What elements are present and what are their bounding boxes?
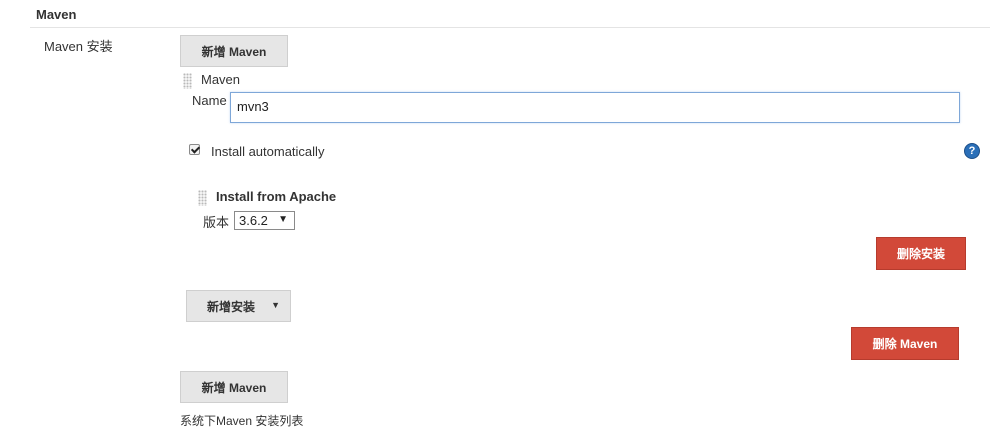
version-label: 版本 — [203, 215, 230, 230]
chevron-down-icon: ▼ — [278, 214, 288, 225]
install-automatically-checkbox[interactable] — [189, 144, 200, 155]
name-input[interactable]: mvn3 — [230, 92, 960, 123]
delete-installer-button[interactable]: 删除安装 — [876, 237, 966, 270]
installer-drag-handle-icon[interactable] — [198, 190, 207, 206]
dropdown-caret-icon: ▼ — [271, 300, 280, 310]
name-label: Name — [192, 93, 227, 108]
section-divider — [30, 27, 990, 28]
installer-title: Install from Apache — [216, 189, 337, 204]
add-installer-label: 新增安装 — [207, 299, 256, 314]
install-automatically-label: Install automatically — [211, 144, 325, 159]
add-installer-button[interactable]: 新增安装 ▼ — [186, 290, 291, 322]
delete-maven-button[interactable]: 删除 Maven — [851, 327, 959, 360]
maven-item-header: Maven — [201, 72, 241, 87]
add-maven-bottom-button[interactable]: 新增 Maven — [180, 371, 288, 403]
version-value: 3.6.2 — [239, 213, 268, 228]
maven-install-label: Maven 安装 — [44, 39, 113, 54]
drag-handle-icon[interactable] — [183, 73, 192, 89]
maven-install-description: 系统下Maven 安装列表 — [180, 414, 304, 428]
add-maven-button[interactable]: 新增 Maven — [180, 35, 288, 67]
version-select[interactable]: 3.6.2 ▼ — [234, 211, 295, 230]
help-icon[interactable]: ? — [964, 143, 980, 159]
section-title: Maven — [36, 7, 77, 22]
